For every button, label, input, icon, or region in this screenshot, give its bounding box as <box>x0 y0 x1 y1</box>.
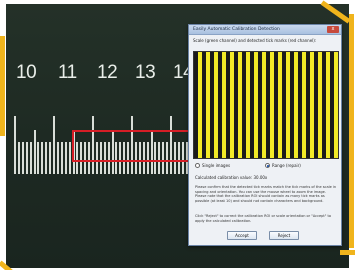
dialog-title: Easily Automatic Calibration Detection <box>189 25 341 35</box>
ruler-tick <box>60 142 63 174</box>
calibration-value: Calculated calibration value: 30.00x <box>195 175 268 180</box>
ruler-tick <box>37 142 40 174</box>
instructions-paragraph: Please confirm that the detected tick ma… <box>195 185 337 203</box>
frame-accent-right <box>349 14 354 248</box>
frame-accent-left <box>0 36 5 136</box>
ruler-tick <box>21 142 24 174</box>
screenshot-frame: 10 11 12 13 14 Easily Automatic Calibrat… <box>0 0 355 270</box>
calibration-dialog: Easily Automatic Calibration Detection x… <box>188 24 342 246</box>
ruler-tick <box>17 142 20 174</box>
ruler-number: 10 <box>16 62 37 83</box>
radio-label: Single images <box>202 163 231 168</box>
ruler-tick <box>45 142 48 174</box>
reject-button[interactable]: Reject <box>269 231 299 240</box>
radio-off-icon <box>195 163 200 168</box>
scale-preview-image[interactable] <box>193 51 339 159</box>
instructions-paragraph: Click "Reject" to correct the calibratio… <box>195 214 332 223</box>
accept-button[interactable]: Accept <box>227 231 257 240</box>
ruler-tick <box>25 142 28 174</box>
close-button[interactable]: x <box>327 26 339 33</box>
ruler-tick <box>29 142 32 174</box>
radio-on-icon <box>265 163 270 168</box>
ruler-number: 12 <box>97 62 118 83</box>
radio-label: Range (repair) <box>272 163 301 168</box>
ruler-tick <box>33 130 36 174</box>
ruler-tick <box>41 142 44 174</box>
mode-radio-group: Single images Range (repair) <box>195 163 337 171</box>
ruler-number: 13 <box>135 62 156 83</box>
frame-accent-bottom-right <box>340 250 355 255</box>
ruler-tick <box>64 142 67 174</box>
ruler-tick <box>53 116 55 174</box>
ruler-number: 11 <box>58 62 77 83</box>
ruler-tick <box>49 142 52 174</box>
ruler-tick <box>56 142 59 174</box>
radio-single-images[interactable]: Single images <box>195 163 230 168</box>
radio-range[interactable]: Range (repair) <box>265 163 301 168</box>
ruler-tick <box>68 142 71 174</box>
dialog-subtitle: Scale (green channel) and detected tick … <box>193 38 317 43</box>
ruler-tick <box>14 116 16 174</box>
